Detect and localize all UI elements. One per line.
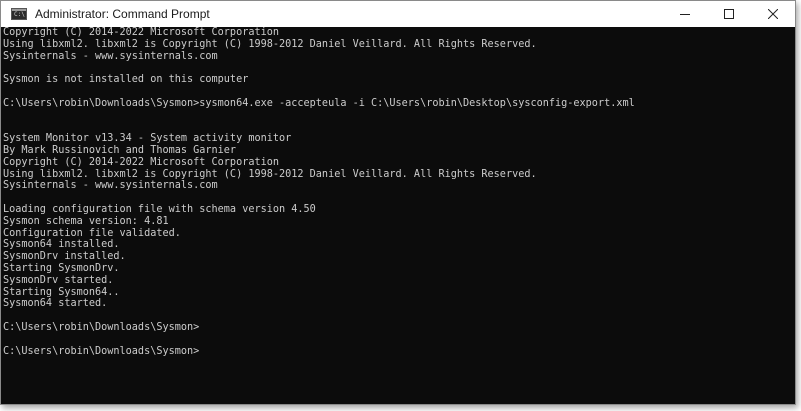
console-line: C:\Users\robin\Downloads\Sysmon> [3,321,200,333]
console-line: Starting Sysmon64.. [3,286,120,298]
vertical-scrollbar[interactable] [779,27,795,404]
window-controls [663,1,795,27]
console-line: Sysmon64 installed. [3,239,120,251]
maximize-button[interactable] [707,1,751,27]
console-line: C:\Users\robin\Downloads\Sysmon>sysmon64… [3,97,635,109]
close-icon [768,9,778,19]
console-line: Sysmon is not installed on this computer [3,74,249,86]
command-prompt-window: C:\ Administrator: Command Prompt Copyri… [0,0,796,405]
console-line: Sysmon schema version: 4.81 [3,215,169,227]
window-title: Administrator: Command Prompt [35,7,210,21]
title-bar[interactable]: C:\ Administrator: Command Prompt [1,1,795,27]
console-line: Copyright (C) 2014-2022 Microsoft Corpor… [3,156,280,168]
console-line: Configuration file validated. [3,227,181,239]
console-line: System Monitor v13.34 - System activity … [3,133,292,145]
console-line: Copyright (C) 2014-2022 Microsoft Corpor… [3,27,280,38]
minimize-icon [680,14,690,15]
console-line: SysmonDrv installed. [3,251,126,263]
console-line: SysmonDrv started. [3,274,114,286]
command-prompt-icon[interactable]: C:\ [11,8,27,20]
console-line: Sysmon64 started. [3,298,108,310]
minimize-button[interactable] [663,1,707,27]
console-line: Using libxml2. libxml2 is Copyright (C) … [3,168,537,180]
maximize-icon [724,9,734,19]
console-line: By Mark Russinovich and Thomas Garnier [3,144,237,156]
console-line: Using libxml2. libxml2 is Copyright (C) … [3,38,537,50]
console-output[interactable]: Copyright (C) 2014-2022 Microsoft Corpor… [1,27,779,404]
console-line: Loading configuration file with schema v… [3,203,316,215]
app-icon-label: C:\ [14,11,25,18]
console-line: C:\Users\robin\Downloads\Sysmon> [3,345,200,357]
close-button[interactable] [751,1,795,27]
console-line: Starting SysmonDrv. [3,262,120,274]
console-line: Sysinternals - www.sysinternals.com [3,180,218,192]
console-line: Sysinternals - www.sysinternals.com [3,50,218,62]
